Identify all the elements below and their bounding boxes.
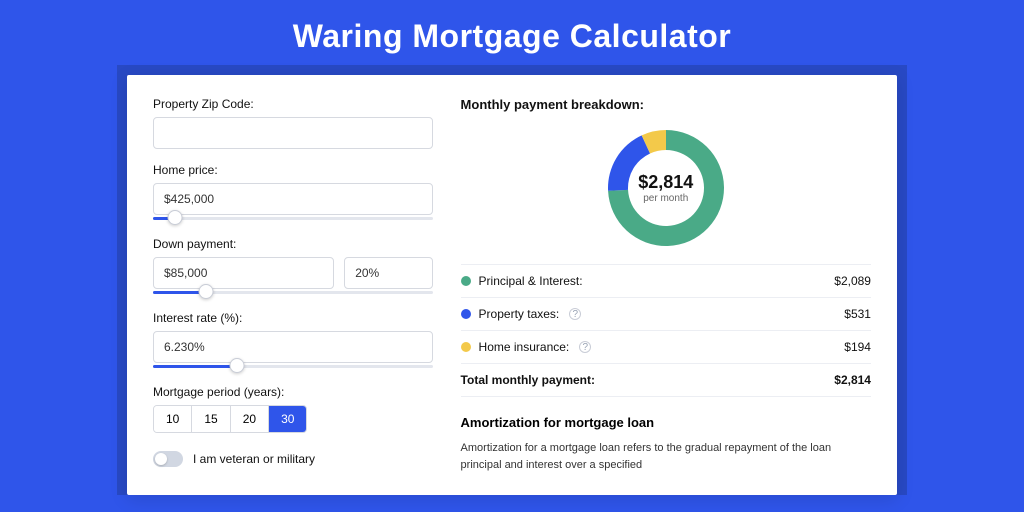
legend-label: Principal & Interest: bbox=[479, 274, 583, 288]
breakdown-title: Monthly payment breakdown: bbox=[461, 97, 871, 112]
page-title: Waring Mortgage Calculator bbox=[0, 18, 1024, 55]
donut-chart: $2,814 per month bbox=[461, 126, 871, 250]
donut-center: $2,814 per month bbox=[604, 126, 728, 250]
down-payment-group: Down payment: bbox=[153, 237, 433, 297]
legend-label: Home insurance: bbox=[479, 340, 570, 354]
period-button-group: 10152030 bbox=[153, 405, 307, 433]
zip-label: Property Zip Code: bbox=[153, 97, 433, 111]
home-price-input[interactable] bbox=[153, 183, 433, 215]
period-btn-30[interactable]: 30 bbox=[269, 406, 306, 432]
zip-input[interactable] bbox=[153, 117, 433, 149]
amortization-section: Amortization for mortgage loan Amortizat… bbox=[461, 415, 871, 473]
down-payment-label: Down payment: bbox=[153, 237, 433, 251]
legend-row: Property taxes:? $531 bbox=[461, 298, 871, 331]
veteran-label: I am veteran or military bbox=[193, 452, 315, 466]
down-payment-slider[interactable] bbox=[153, 287, 433, 297]
legend-value: $2,089 bbox=[834, 274, 871, 288]
legend-value: $194 bbox=[844, 340, 871, 354]
home-price-group: Home price: bbox=[153, 163, 433, 223]
legend-dot-icon bbox=[461, 342, 471, 352]
donut-value: $2,814 bbox=[638, 172, 693, 193]
interest-slider[interactable] bbox=[153, 361, 433, 371]
legend-total-row: Total monthly payment: $2,814 bbox=[461, 364, 871, 397]
interest-group: Interest rate (%): bbox=[153, 311, 433, 371]
legend: Principal & Interest: $2,089 Property taxe… bbox=[461, 264, 871, 397]
period-btn-10[interactable]: 10 bbox=[154, 406, 192, 432]
slider-thumb-icon[interactable] bbox=[199, 284, 214, 299]
form-column: Property Zip Code: Home price: Down paym… bbox=[153, 97, 455, 495]
breakdown-column: Monthly payment breakdown: $2,814 per mo… bbox=[455, 97, 871, 495]
amortization-text: Amortization for a mortgage loan refers … bbox=[461, 440, 871, 473]
amortization-title: Amortization for mortgage loan bbox=[461, 415, 871, 430]
help-icon[interactable]: ? bbox=[569, 308, 581, 320]
donut-sub: per month bbox=[643, 193, 688, 204]
inner-bg: Property Zip Code: Home price: Down paym… bbox=[117, 65, 907, 495]
interest-input[interactable] bbox=[153, 331, 433, 363]
veteran-toggle[interactable] bbox=[153, 451, 183, 467]
period-label: Mortgage period (years): bbox=[153, 385, 433, 399]
down-payment-input[interactable] bbox=[153, 257, 334, 289]
period-btn-15[interactable]: 15 bbox=[192, 406, 230, 432]
page-header: Waring Mortgage Calculator bbox=[0, 0, 1024, 65]
home-price-label: Home price: bbox=[153, 163, 433, 177]
total-label: Total monthly payment: bbox=[461, 373, 595, 387]
home-price-slider[interactable] bbox=[153, 213, 433, 223]
legend-label: Property taxes: bbox=[479, 307, 560, 321]
slider-thumb-icon[interactable] bbox=[168, 210, 183, 225]
down-payment-pct-input[interactable] bbox=[344, 257, 432, 289]
legend-row: Home insurance:? $194 bbox=[461, 331, 871, 364]
total-value: $2,814 bbox=[834, 373, 871, 387]
legend-value: $531 bbox=[844, 307, 871, 321]
zip-group: Property Zip Code: bbox=[153, 97, 433, 149]
interest-label: Interest rate (%): bbox=[153, 311, 433, 325]
legend-row: Principal & Interest: $2,089 bbox=[461, 265, 871, 298]
veteran-row: I am veteran or military bbox=[153, 451, 433, 467]
period-group: Mortgage period (years): 10152030 bbox=[153, 385, 433, 433]
legend-dot-icon bbox=[461, 276, 471, 286]
legend-dot-icon bbox=[461, 309, 471, 319]
period-btn-20[interactable]: 20 bbox=[231, 406, 269, 432]
calculator-card: Property Zip Code: Home price: Down paym… bbox=[127, 75, 897, 495]
slider-thumb-icon[interactable] bbox=[229, 358, 244, 373]
help-icon[interactable]: ? bbox=[579, 341, 591, 353]
